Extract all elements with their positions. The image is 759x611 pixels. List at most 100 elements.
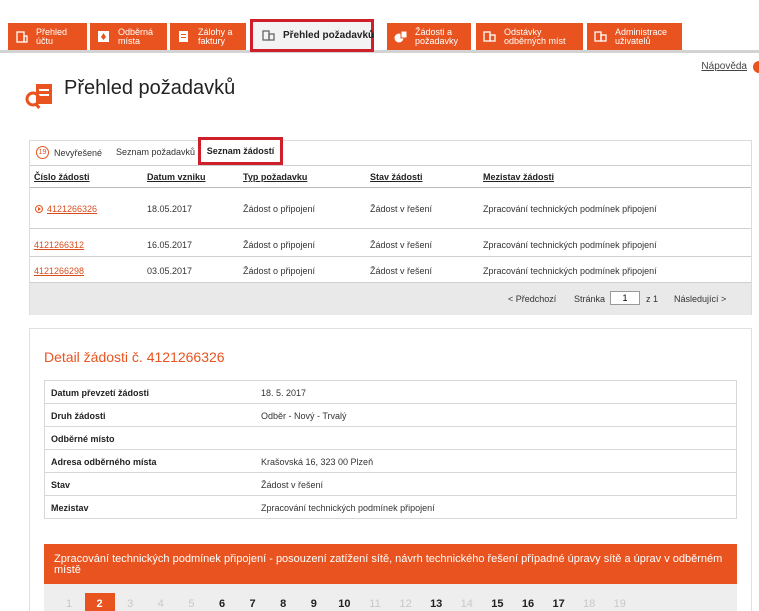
detail-title: Detail žádosti č. 4121266326 — [44, 349, 225, 365]
nav-tab-supply-points[interactable]: Odběrná místa — [90, 23, 167, 50]
detail-row: Stav Žádost v řešení — [44, 473, 737, 496]
tab-request-list[interactable]: Seznam požadavků — [116, 147, 195, 157]
page-number-input[interactable] — [610, 291, 640, 305]
request-form-icon — [394, 30, 408, 43]
selected-row-arrow-icon — [35, 205, 43, 213]
request-status: Žádost v řešení — [370, 204, 433, 214]
table-row[interactable]: 4121266312 16.05.2017 Žádost o připojení… — [30, 230, 751, 257]
detail-key: Stav — [51, 480, 71, 490]
progress-step: 9 — [310, 598, 317, 610]
nav-tab-requests-overview[interactable]: Přehled požadavků — [250, 19, 374, 52]
progress-step: 18 — [583, 598, 596, 610]
request-date: 03.05.2017 — [147, 266, 193, 276]
request-number-link[interactable]: 4121266298 — [34, 266, 84, 276]
nav-divider — [0, 50, 759, 53]
nav-tab-account-overview[interactable]: Přehled účtu — [8, 23, 87, 50]
request-date: 16.05.2017 — [147, 240, 193, 250]
nav-tab-user-administration[interactable]: Administrace uživatelů — [587, 23, 682, 50]
detail-value: 18. 5. 2017 — [261, 388, 307, 398]
detail-row: Datum převzetí žádosti 18. 5. 2017 — [44, 381, 737, 404]
building-icon — [16, 31, 28, 43]
help-link[interactable]: Nápověda — [701, 61, 747, 72]
nav-tab-requests-forms[interactable]: Žádosti a požadavky — [387, 23, 471, 50]
detail-table: Datum převzetí žádosti 18. 5. 2017 Druh … — [44, 380, 737, 519]
location-icon — [98, 31, 109, 42]
progress-step: 12 — [399, 598, 412, 610]
nav-tab-label: Žádosti a požadavky — [415, 26, 459, 46]
detail-row: Odběrné místo — [44, 427, 737, 450]
progress-step: 13 — [430, 598, 443, 610]
progress-step: 16 — [521, 598, 535, 610]
column-header[interactable]: Datum vzniku — [147, 172, 206, 182]
progress-step: 4 — [157, 598, 164, 610]
unresolved-count-badge: 19 — [36, 146, 49, 159]
prev-page-link[interactable]: < Předchozí — [508, 294, 556, 304]
detail-key: Druh žádosti — [51, 411, 106, 421]
tab-application-list-label: Seznam žádostí — [206, 146, 275, 156]
invoice-icon — [179, 31, 188, 42]
top-navigation: Přehled účtu Odběrná místa Zálohy a fakt… — [0, 0, 759, 60]
help-icon[interactable] — [753, 61, 759, 73]
request-type: Žádost o připojení — [243, 266, 316, 276]
request-substatus: Zpracování technických podmínek připojen… — [483, 240, 657, 250]
detail-row: Mezistav Zpracování technických podmínek… — [44, 496, 737, 519]
requests-panel: 19 Nevyřešené Seznam požadavků Seznam žá… — [29, 137, 752, 315]
nav-tab-label: Zálohy a faktury — [198, 26, 233, 46]
page-total: z 1 — [646, 294, 659, 304]
progress-step: 7 — [249, 598, 256, 610]
nav-tab-outages[interactable]: Odstávky odběrných míst — [476, 23, 583, 50]
tab-application-list[interactable]: Seznam žádostí — [198, 137, 283, 165]
nav-tab-label: Přehled účtu — [36, 26, 68, 46]
progress-step: 19 — [613, 598, 626, 610]
requests-icon — [262, 30, 275, 41]
requests-tabs: 19 Nevyřešené Seznam požadavků Seznam žá… — [30, 137, 751, 166]
progress-step: 8 — [280, 598, 287, 610]
tab-unresolved[interactable]: 19 Nevyřešené — [36, 146, 102, 159]
users-icon — [594, 31, 607, 42]
pagination: < Předchozí Stránka z 1 Následující > — [30, 283, 751, 315]
nav-tab-label: Administrace uživatelů — [615, 26, 668, 46]
nav-tab-label: Přehled požadavků — [283, 30, 375, 41]
request-number-link[interactable]: 4121266312 — [34, 240, 84, 250]
progress-step: 10 — [338, 598, 351, 610]
page-label: Stránka — [574, 294, 606, 304]
column-header[interactable]: Stav žádosti — [370, 172, 423, 182]
request-status: Žádost v řešení — [370, 266, 433, 276]
request-substatus: Zpracování technických podmínek připojen… — [483, 266, 657, 276]
column-header[interactable]: Číslo žádosti — [34, 172, 90, 182]
detail-value: Žádost v řešení — [261, 480, 324, 490]
next-page-link[interactable]: Následující > — [674, 294, 726, 304]
page-title: Přehled požadavků — [64, 77, 236, 99]
request-date: 18.05.2017 — [147, 204, 193, 214]
detail-key: Adresa odběrného místa — [51, 457, 157, 467]
detail-value: Odběr - Nový - Trvalý — [261, 411, 347, 421]
progress-step: 11 — [369, 598, 381, 610]
detail-key: Mezistav — [51, 503, 89, 513]
detail-key: Odběrné místo — [51, 434, 115, 444]
request-substatus: Zpracování technických podmínek připojen… — [483, 204, 657, 214]
detail-value: Zpracování technických podmínek připojen… — [261, 503, 435, 513]
progress-step: 2 — [84, 593, 115, 611]
tab-request-list-label: Seznam požadavků — [116, 147, 196, 157]
nav-tab-label: Odstávky odběrných míst — [504, 26, 566, 46]
request-type: Žádost o připojení — [243, 240, 316, 250]
progress-step: 17 — [552, 598, 565, 610]
detail-value: Krašovská 16, 323 00 Plzeň — [261, 457, 374, 467]
outage-icon — [483, 31, 496, 42]
substatus-banner: Zpracování technických podmínek připojen… — [44, 544, 737, 584]
column-header[interactable]: Typ požadavku — [243, 172, 307, 182]
request-number-link[interactable]: 4121266326 — [47, 204, 97, 214]
table-row[interactable]: 4121266326 18.05.2017 Žádost o připojení… — [30, 189, 751, 229]
request-status: Žádost v řešení — [370, 240, 433, 250]
column-header[interactable]: Mezistav žádosti — [483, 172, 554, 182]
requests-overview-icon — [25, 84, 52, 109]
nav-tab-advances-invoices[interactable]: Zálohy a faktury — [170, 23, 246, 50]
request-detail-panel: Detail žádosti č. 4121266326 Datum převz… — [29, 328, 752, 611]
tab-unresolved-label: Nevyřešené — [54, 147, 103, 158]
detail-row: Adresa odběrného místa Krašovská 16, 323… — [44, 450, 737, 473]
progress-steps: 1 2 3 4 5 6 7 8 9 10 11 12 13 14 15 16 17 18 19 — [44, 584, 737, 611]
detail-key: Datum převzetí žádosti — [51, 388, 150, 398]
progress-step: 14 — [460, 598, 473, 610]
progress-step: 1 — [65, 598, 73, 610]
table-row[interactable]: 4121266298 03.05.2017 Žádost o připojení… — [30, 257, 751, 283]
